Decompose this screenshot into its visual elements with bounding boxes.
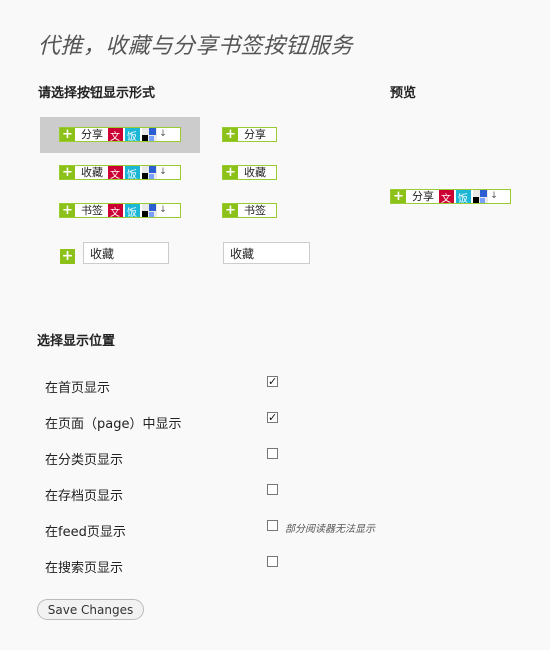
checkbox-category[interactable] xyxy=(267,448,278,459)
style-option-bookmark-full[interactable]: + 书签 ↓ xyxy=(59,203,181,219)
more-arrow-icon: ↓ xyxy=(490,191,498,201)
style-option-favorite-simple[interactable]: + 收藏 xyxy=(222,165,277,180)
position-heading: 选择显示位置 xyxy=(37,334,116,349)
option-label-archive: 在存档页显示 xyxy=(45,489,124,504)
checkbox-feed[interactable] xyxy=(267,520,278,531)
button-label: 书签 xyxy=(244,204,266,217)
plus-icon[interactable]: + xyxy=(60,249,75,264)
checkbox-archive[interactable] xyxy=(267,484,278,495)
option-label-home: 在首页显示 xyxy=(45,381,111,396)
button-label: 分享 xyxy=(81,128,103,141)
more-arrow-icon: ↓ xyxy=(159,205,167,215)
renren-icon xyxy=(439,190,454,205)
plus-icon: + xyxy=(60,128,75,141)
custom-label-input-simple[interactable]: 收藏 xyxy=(223,242,310,264)
checkbox-search[interactable] xyxy=(267,556,278,567)
button-label: 收藏 xyxy=(81,166,103,179)
qr-icon xyxy=(473,190,488,203)
fanfou-icon xyxy=(125,166,140,181)
style-heading: 请选择按钮显示形式 xyxy=(38,86,156,101)
checkbox-page[interactable]: ✓ xyxy=(267,412,278,423)
style-option-share-simple[interactable]: + 分享 xyxy=(222,127,277,142)
preview-heading: 预览 xyxy=(390,86,417,101)
plus-icon: + xyxy=(60,166,75,179)
preview-share-button[interactable]: + 分享 ↓ xyxy=(390,189,511,205)
page-title: 代推，收藏与分享书签按钮服务 xyxy=(38,34,354,59)
plus-icon: + xyxy=(223,204,238,217)
style-option-share-full[interactable]: + 分享 ↓ xyxy=(59,127,181,143)
option-label-category: 在分类页显示 xyxy=(45,453,124,468)
button-label: 分享 xyxy=(412,190,434,203)
more-arrow-icon: ↓ xyxy=(159,167,167,177)
feed-note: 部分阅读器无法显示 xyxy=(285,524,375,535)
fanfou-icon xyxy=(125,204,140,219)
plus-icon: + xyxy=(223,166,238,179)
option-label-page: 在页面（page）中显示 xyxy=(45,417,182,432)
fanfou-icon xyxy=(456,190,471,205)
option-label-feed: 在feed页显示 xyxy=(45,525,126,540)
fanfou-icon xyxy=(125,128,140,143)
qr-icon xyxy=(142,166,157,179)
save-changes-button[interactable]: Save Changes xyxy=(37,599,144,620)
plus-icon: + xyxy=(60,204,75,217)
plus-icon: + xyxy=(391,190,406,203)
renren-icon xyxy=(108,166,123,181)
more-arrow-icon: ↓ xyxy=(159,129,167,139)
renren-icon xyxy=(108,204,123,219)
qr-icon xyxy=(142,128,157,141)
checkbox-home[interactable]: ✓ xyxy=(267,376,278,387)
qr-icon xyxy=(142,204,157,217)
custom-label-input[interactable]: 收藏 xyxy=(83,242,169,264)
button-label: 书签 xyxy=(81,204,103,217)
plus-icon: + xyxy=(223,128,238,141)
style-option-bookmark-simple[interactable]: + 书签 xyxy=(222,203,277,218)
option-label-search: 在搜索页显示 xyxy=(45,561,124,576)
renren-icon xyxy=(108,128,123,143)
style-option-favorite-full[interactable]: + 收藏 ↓ xyxy=(59,165,181,181)
button-label: 收藏 xyxy=(244,166,266,179)
button-label: 分享 xyxy=(244,128,266,141)
